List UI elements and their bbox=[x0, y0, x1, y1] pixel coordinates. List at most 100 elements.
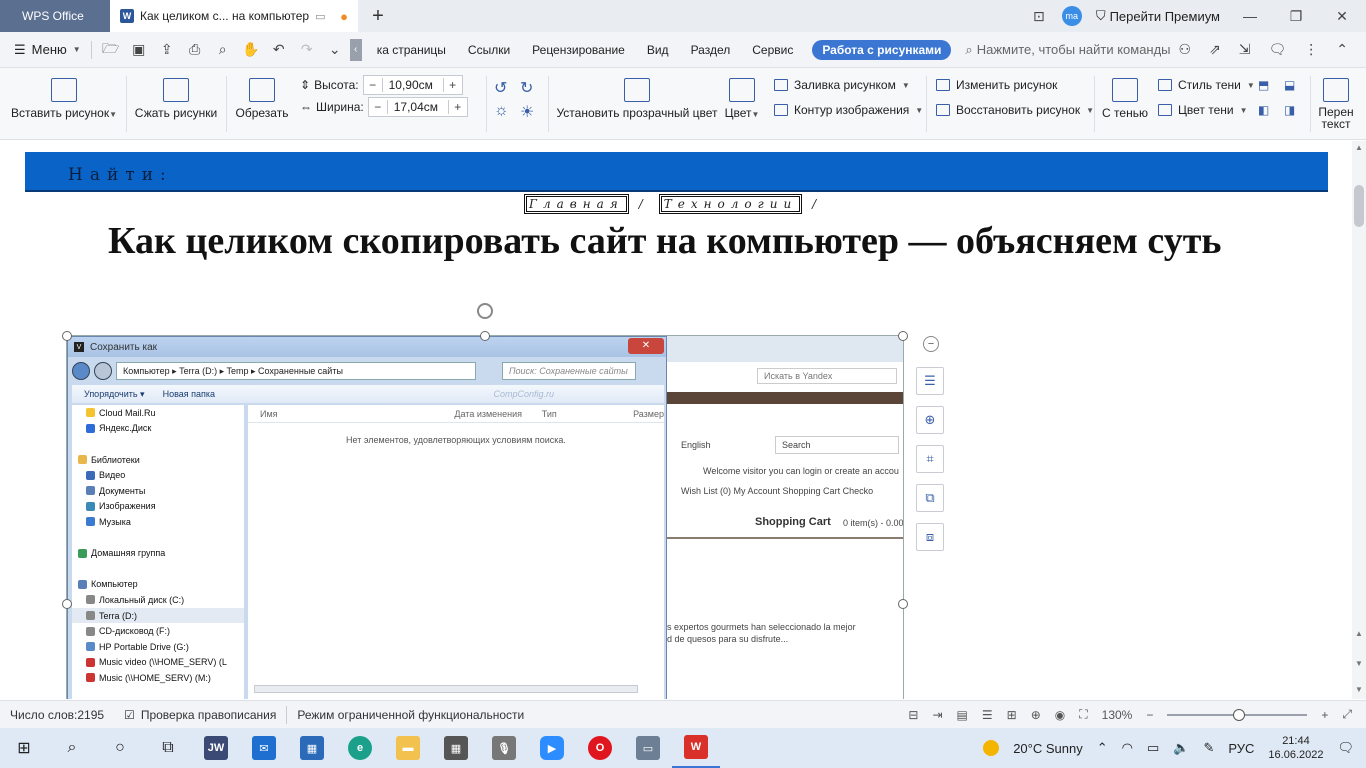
crop-picture-icon[interactable]: ⌗ bbox=[916, 445, 944, 473]
crop-button[interactable]: Обрезать bbox=[234, 78, 290, 120]
height-input[interactable]: 10,90см bbox=[381, 78, 444, 92]
tab-document[interactable]: W Как целиком с... на компьютер ▭ ● bbox=[110, 0, 358, 32]
notifications-icon[interactable]: 🗨 bbox=[1337, 740, 1354, 756]
height-increment-button[interactable]: + bbox=[444, 78, 462, 92]
avatar[interactable]: ma bbox=[1061, 6, 1082, 26]
main-menu-button[interactable]: ☰ Меню ▼ bbox=[14, 42, 81, 58]
taskbar-wps-icon[interactable]: W bbox=[672, 728, 720, 768]
save-icon[interactable]: ▣ bbox=[130, 41, 148, 58]
scroll-up-icon[interactable]: ▲ bbox=[1355, 143, 1363, 152]
network-icon[interactable]: ◠ bbox=[1122, 740, 1133, 756]
resize-handle-left[interactable] bbox=[62, 599, 72, 609]
close-button[interactable]: ✕ bbox=[1326, 8, 1358, 25]
more-icon[interactable]: ⋮ bbox=[1304, 41, 1318, 58]
taskbar-monitor-icon[interactable]: ▭ bbox=[624, 728, 672, 768]
clock[interactable]: 21:44 16.06.2022 bbox=[1268, 734, 1323, 762]
taskbar-mail-icon[interactable]: ✉ bbox=[240, 728, 288, 768]
chevron-up-icon[interactable]: ⌃ bbox=[1336, 41, 1348, 58]
share-user-icon[interactable]: ⚇ bbox=[1178, 41, 1191, 58]
restore-button[interactable]: ❐ bbox=[1280, 8, 1312, 25]
picture-fill-button[interactable]: Заливка рисунком ▼ bbox=[774, 78, 910, 92]
tab-wps-office[interactable]: WPS Office bbox=[0, 0, 110, 32]
open-folder-icon[interactable]: 🗁 bbox=[102, 38, 120, 62]
resize-handle-top-left[interactable] bbox=[62, 331, 72, 341]
battery-icon[interactable]: ▭ bbox=[1147, 740, 1159, 756]
shadow-style-button[interactable]: Стиль тени ▼ bbox=[1158, 78, 1255, 92]
customize-chevron-icon[interactable]: ⌄ bbox=[326, 41, 344, 58]
premium-button[interactable]: ⛉ Перейти Премиум bbox=[1096, 8, 1220, 24]
minimize-button[interactable]: — bbox=[1234, 8, 1266, 24]
cortana-icon[interactable]: ○ bbox=[96, 728, 144, 768]
tab-references[interactable]: Ссылки bbox=[457, 43, 521, 57]
breadcrumb-technology[interactable]: Технологии bbox=[658, 194, 803, 214]
page-view-icon[interactable]: ▤ bbox=[957, 708, 968, 722]
zoom-slider[interactable] bbox=[1167, 708, 1308, 721]
zoom-out-icon[interactable]: − bbox=[1146, 708, 1153, 722]
wrap-text-button[interactable]: Перен текст bbox=[1316, 78, 1356, 130]
redo-icon[interactable]: ↷ bbox=[298, 41, 316, 58]
task-view-icon[interactable]: ⧉ bbox=[144, 728, 192, 768]
scroll-down-icon[interactable]: ▼ bbox=[1355, 685, 1363, 694]
export-icon[interactable]: ⇪ bbox=[158, 41, 176, 58]
scrollbar-thumb[interactable] bbox=[1354, 185, 1364, 227]
resize-handle-top-right[interactable] bbox=[898, 331, 908, 341]
tab-section[interactable]: Раздел bbox=[680, 43, 742, 57]
taskbar-store-icon[interactable]: ▦ bbox=[288, 728, 336, 768]
height-decrement-button[interactable]: − bbox=[364, 78, 382, 92]
rotate-left-icon[interactable]: ↺ bbox=[494, 78, 507, 98]
word-count[interactable]: Число слов:2195 bbox=[0, 708, 114, 722]
eye-protection-icon[interactable]: ◉ bbox=[1055, 708, 1065, 722]
collapse-ribbon-icon[interactable]: ⇲ bbox=[1239, 41, 1251, 58]
tab-page-layout[interactable]: ка страницы bbox=[366, 43, 457, 57]
resize-handle-top[interactable] bbox=[480, 331, 490, 341]
resize-handle-right[interactable] bbox=[898, 599, 908, 609]
color-button[interactable]: Цвет▼ bbox=[722, 78, 762, 120]
taskbar-edge-icon[interactable]: e bbox=[336, 728, 384, 768]
taskbar-calculator-icon[interactable]: ▦ bbox=[432, 728, 480, 768]
shadow-nudge-down-icon[interactable]: ⬓ bbox=[1284, 78, 1295, 92]
zoom-in-icon[interactable]: + bbox=[1321, 708, 1328, 722]
document-canvas[interactable]: Найти: Главная / Технологии / Как целико… bbox=[0, 141, 1352, 699]
brightness-icon[interactable]: ☼ bbox=[494, 102, 509, 120]
taskbar-opera-icon[interactable]: O bbox=[576, 728, 624, 768]
width-increment-button[interactable]: + bbox=[449, 100, 467, 114]
vertical-scrollbar[interactable]: ▲ ▲ ▼ ▼ bbox=[1352, 141, 1366, 699]
height-spinner[interactable]: ⇕ Высота: −10,90см + bbox=[300, 75, 463, 95]
scroll-up-page-icon[interactable]: ▲ bbox=[1355, 629, 1363, 638]
undo-icon[interactable]: ↶ bbox=[270, 41, 288, 58]
tabs-scroll-left-button[interactable]: ‹ bbox=[349, 38, 362, 61]
web-view-icon[interactable]: ⊕ bbox=[1031, 708, 1041, 722]
search-icon[interactable]: ⌕ bbox=[48, 728, 96, 768]
tab-tools[interactable]: Сервис bbox=[741, 43, 804, 57]
pen-icon[interactable]: ✎ bbox=[1203, 740, 1214, 756]
chevron-up-icon[interactable]: ⌃ bbox=[1097, 740, 1108, 756]
breadcrumb-home[interactable]: Главная bbox=[524, 194, 629, 214]
zoom-level[interactable]: 130% bbox=[1102, 708, 1133, 722]
picture-outline-button[interactable]: Контур изображения ▼ bbox=[774, 103, 923, 117]
picture-to-text-icon[interactable]: ⧉ bbox=[916, 484, 944, 512]
rotate-handle-icon[interactable] bbox=[477, 303, 493, 319]
taskbar-jw-icon[interactable]: JW bbox=[192, 728, 240, 768]
taskbar-microphone-icon[interactable]: 🎙 bbox=[480, 728, 528, 768]
selected-picture[interactable]: V Сохранить как ✕ Компьютер ▸ Terra (D:)… bbox=[66, 335, 904, 699]
set-transparent-color-button[interactable]: Установить прозрачный цвет bbox=[556, 78, 718, 120]
change-picture-button[interactable]: Изменить рисунок bbox=[936, 78, 1057, 92]
fullscreen-icon[interactable]: ⤢ bbox=[1342, 707, 1352, 722]
window-layout-icon[interactable]: ⊡ bbox=[1030, 8, 1048, 25]
zoom-picture-icon[interactable]: ⊕ bbox=[916, 406, 944, 434]
print-icon[interactable]: ⎙ bbox=[186, 41, 204, 58]
spellcheck-button[interactable]: ☑ Проверка правописания bbox=[114, 708, 286, 722]
volume-icon[interactable]: 🔈 bbox=[1173, 740, 1189, 756]
tab-review[interactable]: Рецензирование bbox=[521, 43, 636, 57]
command-search[interactable]: ⌕ Нажмите, чтобы найти команды bbox=[965, 42, 1170, 58]
extract-text-icon[interactable]: ⧈ bbox=[916, 523, 944, 551]
shadow-nudge-left-icon[interactable]: ◧ bbox=[1258, 103, 1269, 117]
contrast-icon[interactable]: ☀ bbox=[520, 102, 534, 122]
comment-icon[interactable]: 🗨 bbox=[1268, 41, 1286, 58]
format-painter-icon[interactable]: ✋ bbox=[242, 41, 260, 58]
restore-picture-button[interactable]: Восстановить рисунок ▼ bbox=[936, 103, 1094, 117]
share-icon[interactable]: ⇗ bbox=[1209, 41, 1221, 58]
collapse-toolbar-icon[interactable]: − bbox=[923, 336, 939, 352]
width-spinner[interactable]: ⇔ Ширина: −17,04см + bbox=[300, 97, 468, 117]
language-indicator[interactable]: РУС bbox=[1228, 741, 1254, 756]
